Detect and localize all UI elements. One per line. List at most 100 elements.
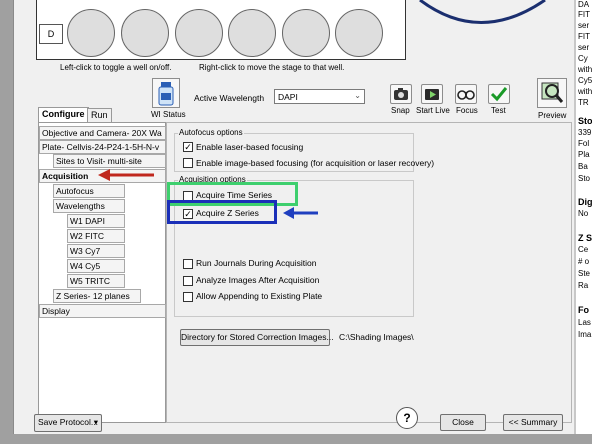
save-protocol-button[interactable]: Save Protocol... ▾ xyxy=(34,414,102,432)
water-bottle-icon xyxy=(158,82,174,106)
summary-text: Ra xyxy=(578,281,589,290)
tree-item-display[interactable]: Display xyxy=(39,304,166,318)
summary-heading: Z S xyxy=(578,233,592,243)
allow-appending-checkbox[interactable] xyxy=(183,292,193,302)
save-protocol-label: Save Protocol... xyxy=(38,417,99,427)
summary-text: Cy5 xyxy=(578,76,592,85)
tree-item-sites-to-visit[interactable]: Sites to Visit- multi-site xyxy=(53,154,166,168)
summary-text: Cy xyxy=(578,54,588,63)
image-focus-label: Enable image-based focusing (for acquisi… xyxy=(196,158,435,168)
summary-heading: Fo xyxy=(578,305,589,315)
laser-focus-label: Enable laser-based focusing xyxy=(196,142,304,152)
summary-text: Sto xyxy=(578,174,591,183)
test-button[interactable] xyxy=(488,84,510,104)
tree-item-w2-fitc[interactable]: W2 FITC xyxy=(67,229,125,243)
summary-text: Ba xyxy=(578,162,588,171)
summary-heading: Sto xyxy=(578,116,592,126)
image-focus-checkbox[interactable] xyxy=(183,158,193,168)
protocol-summary-pane: DA FIT ser FIT ser Cy with Cy5 with TR S… xyxy=(576,0,592,434)
summary-text: ser xyxy=(578,21,590,30)
test-label: Test xyxy=(491,106,506,115)
tree-item-w4-cy5[interactable]: W4 Cy5 xyxy=(67,259,125,273)
stage-circle-view xyxy=(419,0,546,24)
tree-item-plate[interactable]: Plate- Cellvis-24-P24-1-5H-N-v xyxy=(39,140,166,154)
active-wavelength-label: Active Wavelength xyxy=(194,93,265,103)
summary-button[interactable]: << Summary xyxy=(503,414,563,431)
correction-images-path: C:\Shading Images\ xyxy=(339,332,414,342)
run-journals-checkbox[interactable] xyxy=(183,259,193,269)
magnifier-grid-icon xyxy=(541,82,564,103)
plate-hint-right: Right-click to move the stage to that we… xyxy=(199,63,345,72)
wi-status-button[interactable] xyxy=(152,78,180,108)
plate-row-label: D xyxy=(39,24,63,44)
focus-button[interactable] xyxy=(455,84,477,104)
tree-item-w1-dapi[interactable]: W1 DAPI xyxy=(67,214,125,228)
summary-text: FIT xyxy=(578,10,590,19)
preview-label: Preview xyxy=(538,111,567,120)
acquisition-panel: Autofocus options ✓ Enable laser-based f… xyxy=(166,122,572,423)
snap-label: Snap xyxy=(391,106,410,115)
summary-text: No xyxy=(578,209,589,218)
checkmark-icon xyxy=(490,87,508,102)
plate-well[interactable] xyxy=(282,9,330,57)
help-button[interactable]: ? xyxy=(396,407,418,429)
active-wavelength-select[interactable]: DAPI ⌄ xyxy=(274,89,365,104)
live-camera-icon xyxy=(425,89,439,100)
tree-item-wavelengths[interactable]: Wavelengths xyxy=(53,199,125,213)
start-live-button[interactable] xyxy=(421,84,443,104)
summary-text: Fol xyxy=(578,139,590,148)
plate-hint-left: Left-click to toggle a well on/off. xyxy=(60,63,172,72)
summary-text: FIT xyxy=(578,32,590,41)
start-live-label: Start Live xyxy=(416,106,450,115)
plate-well[interactable] xyxy=(335,9,383,57)
tab-run[interactable]: Run xyxy=(87,108,112,122)
window-left-edge xyxy=(0,0,14,444)
chevron-down-icon: ⌄ xyxy=(354,91,361,100)
summary-text: with xyxy=(578,87,592,96)
summary-text: TR xyxy=(578,98,589,107)
blue-highlight-annotation xyxy=(167,200,277,224)
close-button[interactable]: Close xyxy=(440,414,486,431)
active-wavelength-value: DAPI xyxy=(278,92,298,102)
camera-icon xyxy=(394,88,408,100)
summary-text: ser xyxy=(578,43,590,52)
autofocus-options-title: Autofocus options xyxy=(178,128,244,137)
laser-focus-checkbox[interactable]: ✓ xyxy=(183,142,193,152)
plate-well[interactable] xyxy=(121,9,169,57)
tree-item-w3-cy7[interactable]: W3 Cy7 xyxy=(67,244,125,258)
wi-status-label: WI Status xyxy=(151,110,186,119)
summary-text: Ste xyxy=(578,269,591,278)
tab-configure[interactable]: Configure xyxy=(38,107,89,122)
run-journals-label: Run Journals During Acquisition xyxy=(196,258,317,268)
summary-heading: Dig xyxy=(578,197,592,207)
snap-button[interactable] xyxy=(390,84,412,104)
correction-images-directory-button[interactable]: Directory for Stored Correction Images..… xyxy=(180,329,334,346)
plate-well[interactable] xyxy=(67,9,115,57)
plate-map[interactable] xyxy=(36,0,406,60)
summary-text: # o xyxy=(578,257,590,266)
summary-text: DA xyxy=(578,0,590,9)
preview-button[interactable] xyxy=(537,78,567,108)
summary-text: Las xyxy=(578,318,591,327)
analyze-images-label: Analyze Images After Acquisition xyxy=(196,275,320,285)
summary-text: 339 xyxy=(578,128,592,137)
red-arrow-annotation xyxy=(98,169,154,181)
summary-text: with xyxy=(578,65,592,74)
window-bottom-edge xyxy=(0,434,592,444)
help-icon: ? xyxy=(403,411,411,425)
tree-item-z-series[interactable]: Z Series- 12 planes xyxy=(53,289,141,303)
summary-text: Ima xyxy=(578,330,592,339)
plate-well[interactable] xyxy=(175,9,223,57)
binoculars-icon xyxy=(457,90,475,100)
tree-item-objective-camera[interactable]: Objective and Camera- 20X Wa xyxy=(39,126,166,140)
blue-arrow-annotation xyxy=(283,207,318,219)
summary-text: Ce xyxy=(578,245,589,254)
summary-text: Pla xyxy=(578,150,590,159)
allow-appending-label: Allow Appending to Existing Plate xyxy=(196,291,323,301)
tree-item-w5-tritc[interactable]: W5 TRITC xyxy=(67,274,125,288)
focus-label: Focus xyxy=(456,106,478,115)
dropdown-arrow-icon: ▾ xyxy=(93,417,98,427)
analyze-images-checkbox[interactable] xyxy=(183,276,193,286)
tree-item-autofocus[interactable]: Autofocus xyxy=(53,184,125,198)
plate-well[interactable] xyxy=(228,9,276,57)
